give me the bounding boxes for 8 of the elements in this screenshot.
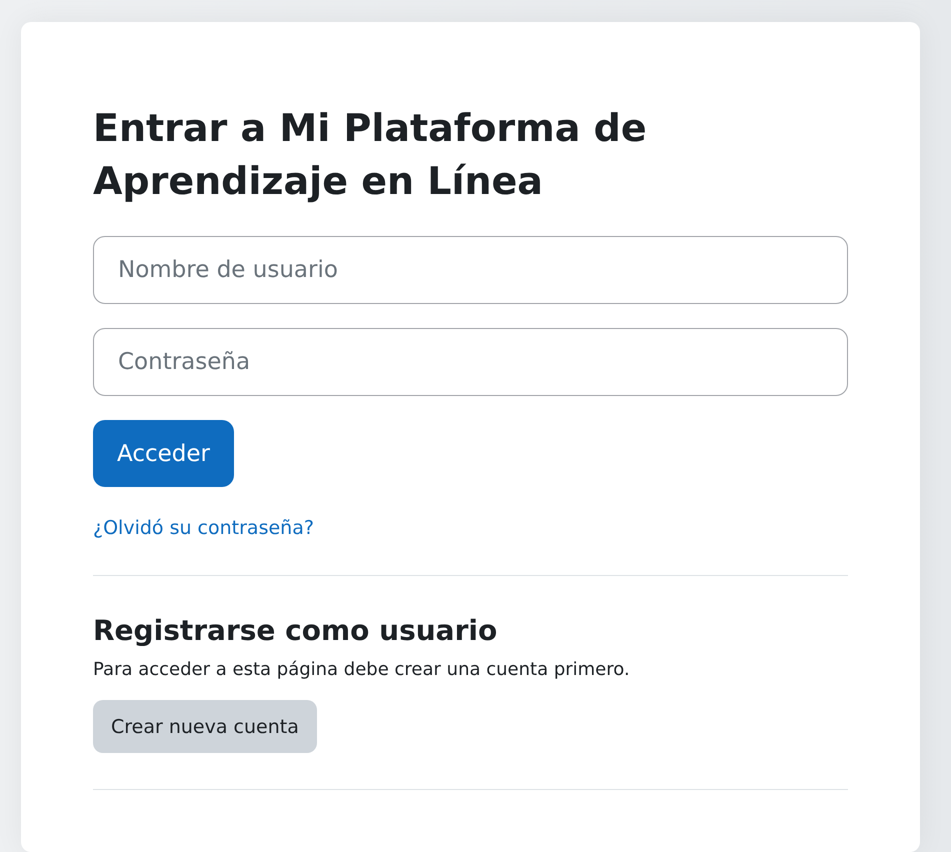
username-field[interactable]: Nombre de usuario — [93, 236, 848, 304]
signup-text: Para acceder a esta página debe crear una cuenta primero. — [93, 659, 631, 680]
forgot-password-link[interactable]: ¿Olvidó su contraseña? — [93, 517, 314, 540]
create-account-button[interactable]: Crear nueva cuenta — [93, 700, 317, 754]
login-button[interactable]: Acceder — [93, 420, 234, 488]
password-field[interactable]: Contraseña — [93, 328, 848, 396]
signup-heading: Registrarse como usuario — [93, 614, 498, 648]
page-title: Entrar a Mi Plataforma de Aprendizaje en Línea — [93, 105, 648, 206]
